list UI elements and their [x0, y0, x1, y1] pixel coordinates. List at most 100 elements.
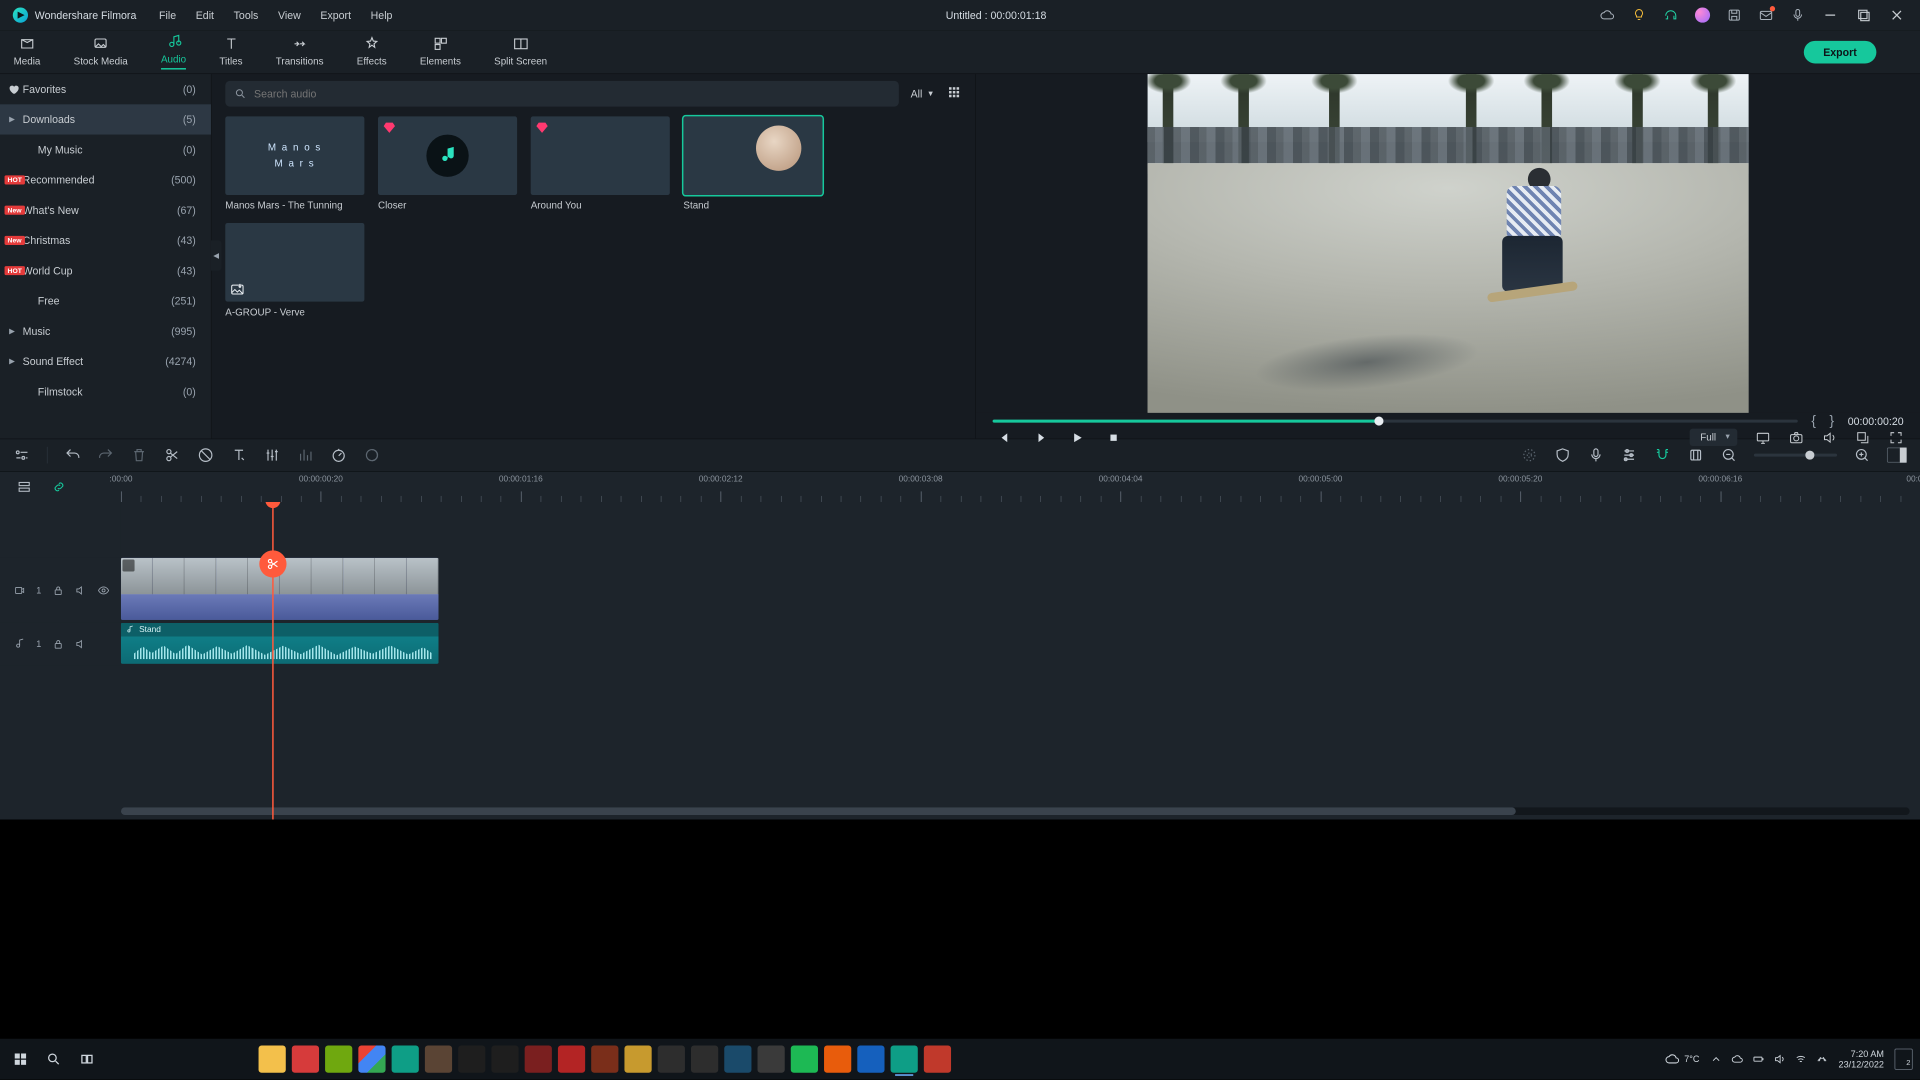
- fullscreen-icon[interactable]: [1888, 430, 1903, 445]
- menu-view[interactable]: View: [278, 9, 301, 21]
- mark-out-button[interactable]: }: [1830, 413, 1835, 429]
- marker-icon[interactable]: [1687, 447, 1704, 464]
- stop-button[interactable]: [1106, 430, 1121, 445]
- chevron-up-icon[interactable]: [1710, 1053, 1722, 1065]
- taskbar-app-app19[interactable]: [857, 1046, 884, 1073]
- split-icon[interactable]: [164, 447, 181, 464]
- headset-icon[interactable]: [1663, 8, 1678, 23]
- magnet-icon[interactable]: [1654, 447, 1671, 464]
- preview-frame[interactable]: [1148, 74, 1749, 413]
- speed-icon[interactable]: [330, 447, 347, 464]
- tab-stock-media[interactable]: Stock Media: [74, 36, 128, 70]
- lock-icon[interactable]: [52, 638, 64, 650]
- export-button[interactable]: Export: [1804, 40, 1877, 63]
- mic-icon[interactable]: [1790, 8, 1805, 23]
- taskbar-app-explorer[interactable]: [259, 1046, 286, 1073]
- color-icon[interactable]: [364, 447, 381, 464]
- shield-icon[interactable]: [1554, 447, 1571, 464]
- menu-tools[interactable]: Tools: [234, 9, 259, 21]
- sidebar-collapse-handle[interactable]: ◀: [211, 240, 222, 270]
- audio-thumb[interactable]: Around You: [531, 116, 670, 211]
- tab-effects[interactable]: Effects: [357, 36, 387, 70]
- sidebar-item-recommended[interactable]: HOTRecommended(500): [0, 165, 211, 195]
- sidebar-item-my-music[interactable]: My Music(0): [0, 135, 211, 165]
- menu-help[interactable]: Help: [371, 9, 393, 21]
- tray-volume-icon[interactable]: [1774, 1053, 1786, 1065]
- tab-titles[interactable]: Titles: [219, 36, 242, 70]
- sidebar-item-sound-effect[interactable]: ▶Sound Effect(4274): [0, 346, 211, 376]
- prev-frame-button[interactable]: [997, 430, 1012, 445]
- taskbar-app-app10[interactable]: [558, 1046, 585, 1073]
- playhead[interactable]: [272, 502, 274, 820]
- redo-icon[interactable]: [98, 447, 115, 464]
- task-view-icon[interactable]: [74, 1046, 100, 1072]
- taskbar-app-chrome[interactable]: [358, 1046, 385, 1073]
- taskbar-app-app6[interactable]: [425, 1046, 452, 1073]
- audio-thumb[interactable]: M a n o s M a r sManos Mars - The Tunnin…: [225, 116, 364, 211]
- save-icon[interactable]: [1727, 8, 1742, 23]
- preview-quality-dropdown[interactable]: Full: [1690, 429, 1738, 446]
- taskbar-search-icon[interactable]: [41, 1046, 67, 1072]
- voiceover-icon[interactable]: [1588, 447, 1605, 464]
- sidebar-item-downloads[interactable]: ▶Downloads(5): [0, 104, 211, 134]
- audio-thumb[interactable]: A-GROUP - Verve: [225, 223, 364, 318]
- window-minimize-icon[interactable]: [1822, 7, 1839, 24]
- track-manager-icon[interactable]: [17, 479, 32, 494]
- mail-dot-icon[interactable]: [1758, 8, 1773, 23]
- audio-clip[interactable]: Stand: [121, 623, 439, 664]
- preview-progress-handle[interactable]: [1375, 416, 1384, 425]
- sidebar-item-what-s-new[interactable]: NewWhat's New(67): [0, 195, 211, 225]
- taskbar-app-app13[interactable]: [658, 1046, 685, 1073]
- link-icon[interactable]: [51, 479, 66, 494]
- scrollbar-thumb[interactable]: [121, 807, 1516, 815]
- playhead-scissors-icon[interactable]: [259, 550, 286, 577]
- undo-icon[interactable]: [64, 447, 81, 464]
- taskbar-app-app15[interactable]: [724, 1046, 751, 1073]
- search-box[interactable]: [225, 81, 898, 107]
- battery-icon[interactable]: [1752, 1053, 1764, 1065]
- avatar-icon[interactable]: [1695, 8, 1710, 23]
- mute-icon[interactable]: [75, 638, 87, 650]
- eye-icon[interactable]: [97, 584, 109, 596]
- adjust-icon[interactable]: [264, 447, 281, 464]
- window-close-icon[interactable]: [1888, 7, 1905, 24]
- display-icon[interactable]: [1755, 430, 1770, 445]
- mute-icon[interactable]: [75, 584, 87, 596]
- preview-progress-track[interactable]: [993, 419, 1798, 422]
- properties-icon[interactable]: [14, 447, 31, 464]
- taskbar-app-app7[interactable]: [458, 1046, 485, 1073]
- sidebar-item-music[interactable]: ▶Music(995): [0, 316, 211, 346]
- taskbar-app-filmora[interactable]: [891, 1046, 918, 1073]
- menu-export[interactable]: Export: [320, 9, 351, 21]
- onedrive-icon[interactable]: [1731, 1053, 1743, 1065]
- audio-thumb[interactable]: Stand: [683, 116, 822, 211]
- mark-in-button[interactable]: {: [1811, 413, 1816, 429]
- play-button[interactable]: [1070, 430, 1085, 445]
- tab-elements[interactable]: Elements: [420, 36, 461, 70]
- taskbar-app-app11[interactable]: [591, 1046, 618, 1073]
- fit-timeline-icon[interactable]: [1887, 448, 1907, 463]
- sidebar-item-free[interactable]: Free(251): [0, 286, 211, 316]
- cloud-icon[interactable]: [1600, 8, 1615, 23]
- audio-track-lane[interactable]: Stand: [121, 623, 1920, 665]
- horizontal-scrollbar[interactable]: [121, 807, 1910, 815]
- zoom-out-icon[interactable]: [1721, 447, 1738, 464]
- zoom-slider[interactable]: [1754, 454, 1837, 457]
- taskbar-app-app12[interactable]: [624, 1046, 651, 1073]
- zoom-in-icon[interactable]: [1854, 447, 1871, 464]
- taskbar-app-app16[interactable]: [758, 1046, 785, 1073]
- taskbar-app-obs[interactable]: [292, 1046, 319, 1073]
- render-icon[interactable]: [1521, 447, 1538, 464]
- tab-split-screen[interactable]: Split Screen: [494, 36, 547, 70]
- taskbar-app-nvidia[interactable]: [325, 1046, 352, 1073]
- lightbulb-icon[interactable]: [1631, 8, 1646, 23]
- sidebar-item-world-cup[interactable]: HOTWorld Cup(43): [0, 256, 211, 286]
- next-frame-button[interactable]: [1033, 430, 1048, 445]
- popout-icon[interactable]: [1855, 430, 1870, 445]
- menu-edit[interactable]: Edit: [196, 9, 214, 21]
- video-track-lane[interactable]: [121, 558, 1920, 623]
- sidebar-item-favorites[interactable]: Favorites(0): [0, 74, 211, 104]
- delete-icon[interactable]: [131, 447, 148, 464]
- taskbar-clock[interactable]: 7:20 AM 23/12/2022: [1839, 1048, 1884, 1070]
- filter-dropdown[interactable]: All▼: [911, 88, 935, 100]
